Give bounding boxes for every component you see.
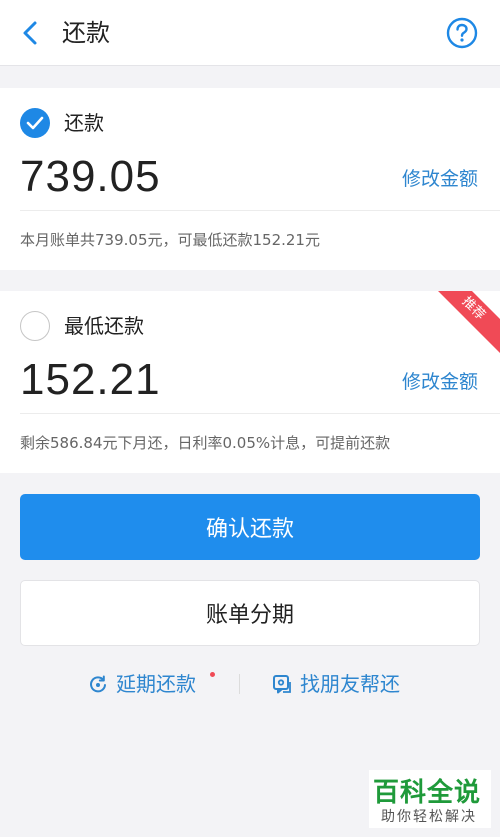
page-title: 还款 [62,19,110,47]
chat-help-icon [273,675,291,694]
recommend-badge: 推荐 [425,291,500,357]
watermark-title: 百科全说 [373,778,482,808]
divider [20,413,500,414]
modify-amount-link[interactable]: 修改金额 [402,369,478,395]
bottom-links: 延期还款 找朋友帮还 [0,666,500,702]
notification-dot [210,672,215,677]
radio-unchecked-icon[interactable] [20,311,50,341]
divider [20,210,500,211]
watermark-subtitle: 助你轻松解决 [381,809,477,825]
top-bar: 还款 [0,0,500,66]
chevron-left-icon[interactable] [18,20,44,46]
confirm-repay-button[interactable]: 确认还款 [20,494,480,560]
amount-value: 739.05 [20,152,161,201]
clock-refresh-icon [90,675,106,693]
question-circle-icon[interactable] [446,17,478,49]
site-watermark: 百科全说 助你轻松解决 [369,770,491,828]
friend-pay-label: 找朋友帮还 [300,672,400,696]
repay-full-option[interactable]: 还款 739.05 修改金额 本月账单共739.05元，可最低还款152.21元 [0,88,500,270]
radio-checked-icon[interactable] [20,108,50,138]
amount-value: 152.21 [20,355,161,404]
defer-repay-label: 延期还款 [116,672,196,696]
installment-button[interactable]: 账单分期 [20,580,480,646]
link-divider [239,674,240,694]
modify-amount-link[interactable]: 修改金额 [402,166,478,192]
option-note: 本月账单共739.05元，可最低还款152.21元 [20,231,320,249]
repay-minimum-option[interactable]: 推荐 最低还款 152.21 修改金额 剩余586.84元下月还，日利率0.05… [0,291,500,473]
option-note: 剩余586.84元下月还，日利率0.05%计息，可提前还款 [20,434,391,452]
option-label: 还款 [64,111,104,135]
option-label: 最低还款 [64,314,144,338]
